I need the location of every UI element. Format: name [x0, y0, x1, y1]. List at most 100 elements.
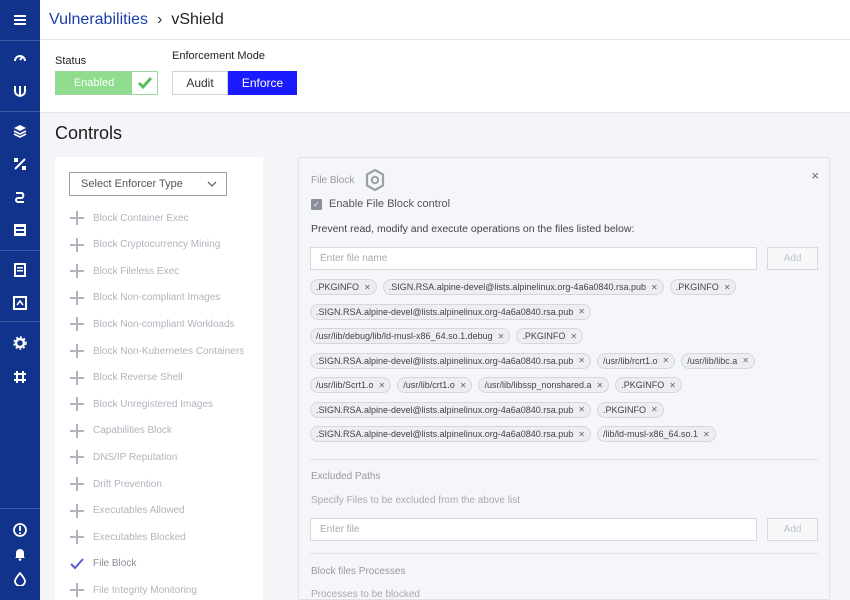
- block-processes-title: Block files Processes: [311, 566, 406, 577]
- remove-tag-icon[interactable]: ✕: [379, 381, 386, 390]
- sidebar: [0, 0, 40, 600]
- remove-tag-icon[interactable]: ✕: [578, 356, 585, 365]
- file-tag-label: .PKGINFO: [675, 282, 719, 292]
- control-item[interactable]: Capabilities Block: [69, 421, 172, 441]
- remove-tag-icon[interactable]: ✕: [703, 430, 710, 439]
- file-block-panel: File Block × ✓ Enable File Block control…: [298, 157, 830, 600]
- add-file-button[interactable]: Add: [767, 247, 818, 270]
- remove-tag-icon[interactable]: ✕: [651, 405, 658, 414]
- status-toggle[interactable]: Enabled: [55, 71, 158, 95]
- report-icon[interactable]: [0, 292, 40, 314]
- remove-tag-icon[interactable]: ✕: [578, 430, 585, 439]
- control-item[interactable]: Block Container Exec: [69, 208, 189, 228]
- remove-tag-icon[interactable]: ✕: [742, 356, 749, 365]
- remove-tag-icon[interactable]: ✕: [498, 332, 505, 341]
- info-icon[interactable]: [0, 519, 40, 541]
- excluded-paths-description: Specify Files to be excluded from the ab…: [311, 495, 520, 506]
- file-tag: /usr/lib/rcrt1.o ✕: [596, 352, 676, 369]
- control-item[interactable]: Executables Blocked: [69, 527, 186, 547]
- controls-list-panel: Select Enforcer Type Block Container Exe…: [55, 157, 263, 600]
- document-icon[interactable]: [0, 259, 40, 281]
- plus-icon: [69, 423, 93, 439]
- remove-tag-icon[interactable]: ✕: [570, 332, 577, 341]
- check-icon: [69, 556, 93, 572]
- header: Vulnerabilities › vShield: [40, 0, 850, 40]
- remove-tag-icon[interactable]: ✕: [460, 381, 467, 390]
- percent-icon[interactable]: [0, 153, 40, 175]
- control-item[interactable]: Block Cryptocurrency Mining: [69, 235, 220, 255]
- remove-tag-icon[interactable]: ✕: [364, 283, 371, 292]
- file-tag-label: .PKGINFO: [602, 404, 646, 415]
- control-item[interactable]: Block Non-compliant Images: [69, 288, 220, 308]
- file-tags: .PKGINFO ✕ .SIGN.RSA.alpine-devel@lists.al…: [310, 279, 822, 451]
- file-tag-label: .SIGN.RSA.alpine-devel@lists.alpinelinux…: [316, 306, 574, 317]
- remove-tag-icon[interactable]: ✕: [724, 283, 731, 292]
- file-tag-label: .PKGINFO: [316, 282, 360, 292]
- plus-icon: [69, 237, 93, 253]
- file-name-input[interactable]: Enter file name: [310, 247, 757, 270]
- enforce-mode-button[interactable]: Enforce: [228, 71, 297, 95]
- enforcer-type-select-text: Select Enforcer Type: [81, 178, 183, 190]
- block-processes-description: Processes to be blocked: [311, 589, 420, 600]
- status-area: Status Enabled Enforcement Mode Audit En…: [40, 40, 850, 113]
- file-tag: /usr/lib/libc.a ✕: [681, 352, 755, 369]
- check-icon: [132, 72, 157, 94]
- plus-icon: [69, 343, 93, 359]
- status-toggle-value: Enabled: [56, 72, 132, 94]
- control-item-label: Drift Prevention: [93, 478, 162, 490]
- control-item[interactable]: File Integrity Monitoring: [69, 580, 197, 600]
- remove-tag-icon[interactable]: ✕: [669, 381, 676, 390]
- remove-tag-icon[interactable]: ✕: [651, 283, 658, 292]
- control-item[interactable]: Executables Allowed: [69, 501, 185, 521]
- control-item-label: Block Cryptocurrency Mining: [93, 239, 221, 251]
- file-tag-label: .SIGN.RSA.alpine-devel@lists.alpinelinux…: [388, 282, 646, 292]
- control-item-label: Executables Allowed: [93, 505, 185, 517]
- gear-icon[interactable]: [0, 332, 40, 354]
- control-item[interactable]: Block Reverse Shell: [69, 368, 182, 388]
- file-tag-label: /usr/lib/debug/lib/ld-musl-x86_64.so.1.d…: [316, 331, 493, 341]
- file-tag: /lib/ld-musl-x86_64.so.1 ✕: [596, 426, 716, 442]
- grid-icon[interactable]: [0, 366, 40, 388]
- layers-icon[interactable]: [0, 120, 40, 142]
- close-icon[interactable]: ×: [811, 168, 819, 183]
- control-item[interactable]: Block Fileless Exec: [69, 261, 179, 281]
- control-item[interactable]: File Block: [69, 554, 136, 574]
- control-item[interactable]: Block Non-Kubernetes Containers: [69, 341, 244, 361]
- plus-icon: [69, 263, 93, 279]
- remove-tag-icon[interactable]: ✕: [663, 356, 670, 365]
- control-item[interactable]: Block Unregistered Images: [69, 394, 213, 414]
- control-item[interactable]: Block Non-compliant Workloads: [69, 314, 235, 334]
- menu-icon[interactable]: [0, 9, 40, 31]
- control-item-label: Capabilities Block: [93, 425, 172, 437]
- file-tag: .SIGN.RSA.alpine-devel@lists.alpinelinux…: [382, 279, 664, 295]
- link-icon[interactable]: [0, 186, 40, 208]
- file-tag-label: /usr/lib/libssp_nonshared.a: [484, 380, 592, 390]
- server-icon[interactable]: [0, 219, 40, 241]
- dashboard-icon[interactable]: [0, 47, 40, 69]
- enforcer-type-select[interactable]: Select Enforcer Type: [69, 172, 227, 196]
- breadcrumb-vulnerabilities[interactable]: Vulnerabilities: [49, 11, 148, 29]
- remove-tag-icon[interactable]: ✕: [578, 307, 585, 316]
- file-block-title: File Block: [311, 175, 355, 186]
- control-item[interactable]: Drift Prevention: [69, 474, 162, 494]
- breadcrumb-current: vShield: [171, 10, 224, 28]
- checkbox-checked-icon[interactable]: ✓: [311, 198, 322, 210]
- audit-mode-button[interactable]: Audit: [172, 71, 228, 95]
- control-item[interactable]: DNS/IP Reputation: [69, 447, 177, 467]
- add-excluded-file-button[interactable]: Add: [767, 518, 818, 541]
- plus-icon: [69, 290, 93, 306]
- remove-tag-icon[interactable]: ✕: [578, 405, 585, 414]
- plus-icon: [69, 476, 93, 492]
- shield-trident-icon[interactable]: [0, 80, 40, 102]
- plus-icon: [69, 316, 93, 332]
- breadcrumb-separator: ›: [157, 10, 163, 28]
- enable-file-block-row[interactable]: ✓ Enable File Block control: [311, 198, 450, 210]
- remove-tag-icon[interactable]: ✕: [597, 381, 604, 390]
- file-tag: .PKGINFO ✕: [596, 401, 664, 418]
- excluded-file-input[interactable]: Enter file: [310, 518, 757, 541]
- excluded-paths-title: Excluded Paths: [311, 471, 381, 482]
- water-drop-icon[interactable]: [0, 568, 40, 590]
- bell-icon[interactable]: [0, 543, 40, 565]
- file-tag-label: /usr/lib/rcrt1.o: [602, 355, 658, 366]
- control-item-label: Block Unregistered Images: [93, 398, 214, 410]
